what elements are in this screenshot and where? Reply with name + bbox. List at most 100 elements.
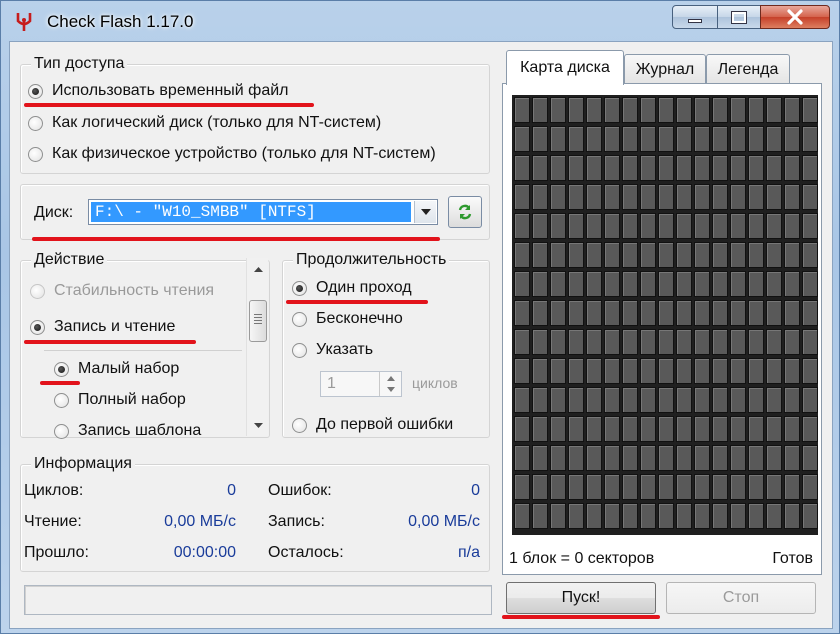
option-label: Запись шаблона [78, 422, 202, 439]
radio-button[interactable] [292, 311, 307, 327]
radio-button[interactable] [54, 361, 69, 377]
drive-select[interactable]: F:\ - "W10_SMBB" [NTFS] [88, 199, 438, 225]
maximize-button[interactable] [717, 5, 761, 29]
scroll-thumb[interactable] [249, 300, 267, 342]
tab-legend[interactable]: Легенда [706, 54, 790, 84]
cycles-spinner[interactable]: 1 [320, 371, 402, 397]
app-logo-icon [16, 13, 32, 31]
disk-block-cell [604, 213, 620, 239]
disk-block-cell [550, 271, 566, 297]
disk-block-cell [604, 155, 620, 181]
disk-block-cell [748, 126, 764, 152]
disk-block-cell [550, 474, 566, 500]
disk-block-cell [604, 445, 620, 471]
radio-button[interactable] [292, 342, 307, 358]
duration-until-error-option[interactable]: До первой ошибки [292, 414, 453, 436]
duration-single-pass-option[interactable]: Один проход [292, 277, 412, 299]
title-bar[interactable]: Check Flash 1.17.0 [1, 1, 840, 41]
disk-block-cell [658, 213, 674, 239]
app-window: Check Flash 1.17.0 Тип доступа Использов… [0, 0, 840, 634]
disk-block-cell [694, 358, 710, 384]
action-small-set-option[interactable]: Малый набор [54, 358, 179, 380]
disk-block-cell [748, 387, 764, 413]
disk-block-cell [694, 184, 710, 210]
disk-block-cell [640, 155, 656, 181]
spinner-buttons[interactable] [379, 372, 401, 396]
disk-block-cell [766, 184, 782, 210]
action-scrollbar[interactable] [246, 258, 268, 436]
radio-button[interactable] [54, 423, 69, 439]
disk-block-cell [784, 126, 800, 152]
stop-button[interactable]: Стоп [666, 582, 816, 614]
disk-block-cell [712, 97, 728, 123]
radio-button[interactable] [54, 392, 69, 408]
disk-block-cell [802, 213, 818, 239]
access-logical-disk-option[interactable]: Как логический диск (только для NT-систе… [28, 112, 381, 134]
disk-block-cell [604, 300, 620, 326]
spin-up-icon[interactable] [380, 372, 402, 384]
access-temp-file-option[interactable]: Использовать временный файл [28, 80, 289, 102]
disk-block-cell [712, 213, 728, 239]
disk-block-cell [532, 155, 548, 181]
disk-block-cell [586, 300, 602, 326]
highlight-underline [40, 381, 80, 385]
disk-block-cell [676, 445, 692, 471]
close-button[interactable] [760, 5, 830, 29]
disk-block-cell [694, 503, 710, 529]
disk-block-cell [712, 242, 728, 268]
radio-button[interactable] [28, 146, 43, 162]
action-write-pattern-option[interactable]: Запись шаблона [54, 420, 201, 442]
disk-block-cell [514, 329, 530, 355]
cycles-input[interactable]: 1 [327, 375, 336, 393]
radio-button[interactable] [30, 319, 45, 335]
duration-specify-option[interactable]: Указать [292, 339, 373, 361]
info-title: Информация [31, 454, 135, 474]
radio-button[interactable] [28, 83, 43, 99]
radio-button[interactable] [292, 417, 307, 433]
disk-block-cell [568, 97, 584, 123]
spin-down-icon[interactable] [380, 384, 402, 396]
minimize-icon [688, 19, 702, 23]
tab-disk-map[interactable]: Карта диска [506, 50, 624, 85]
scroll-up-button[interactable] [247, 260, 269, 278]
cycles-count: 0 [227, 482, 236, 499]
action-full-set-option[interactable]: Полный набор [54, 389, 186, 411]
disk-block-cell [766, 97, 782, 123]
action-read-stability-option[interactable]: Стабильность чтения [30, 280, 214, 302]
access-physical-device-option[interactable]: Как физическое устройство (только для NT… [28, 143, 436, 165]
disk-block-cell [640, 184, 656, 210]
disk-block-cell [604, 503, 620, 529]
action-write-read-option[interactable]: Запись и чтение [30, 316, 175, 338]
refresh-drives-button[interactable] [448, 196, 482, 228]
scroll-down-button[interactable] [247, 416, 269, 434]
disk-block-cell [586, 474, 602, 500]
disk-block-cell [532, 503, 548, 529]
chevron-up-icon [253, 266, 263, 272]
option-label: Как логический диск (только для NT-систе… [52, 114, 382, 131]
minimize-button[interactable] [672, 5, 718, 29]
radio-button[interactable] [30, 283, 45, 299]
radio-button[interactable] [28, 115, 43, 131]
disk-block-cell [622, 416, 638, 442]
option-label: Малый набор [78, 360, 180, 377]
option-label: Полный набор [78, 391, 186, 408]
disk-block-cell [532, 300, 548, 326]
disk-block-cell [640, 387, 656, 413]
disk-block-cell [730, 329, 746, 355]
start-button-label: Пуск! [561, 589, 601, 606]
disk-block-cell [658, 358, 674, 384]
disk-block-cell [658, 329, 674, 355]
disk-block-cell [604, 126, 620, 152]
duration-infinite-option[interactable]: Бесконечно [292, 308, 403, 330]
disk-block-cell [568, 358, 584, 384]
disk-block-cell [694, 300, 710, 326]
disk-block-cell [622, 445, 638, 471]
radio-button[interactable] [292, 280, 307, 296]
disk-block-cell [748, 97, 764, 123]
tab-log[interactable]: Журнал [624, 54, 706, 84]
dropdown-arrow-button[interactable] [414, 201, 436, 223]
start-button[interactable]: Пуск! [506, 582, 656, 614]
disk-block-cell [712, 416, 728, 442]
disk-block-cell [802, 300, 818, 326]
elapsed-label: Прошло: [24, 544, 89, 561]
